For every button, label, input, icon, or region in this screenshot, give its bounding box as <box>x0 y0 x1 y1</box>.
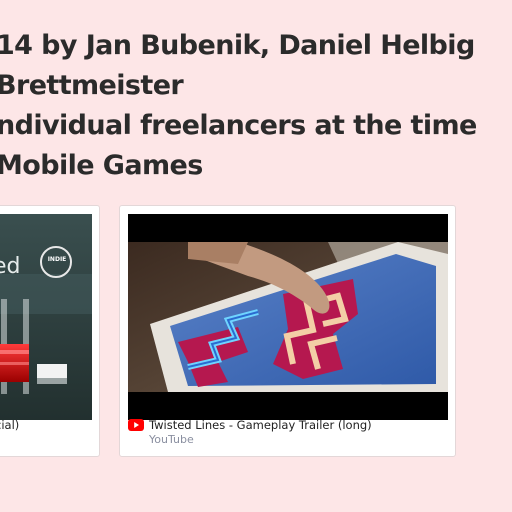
video-title-right[interactable]: Twisted Lines - Gameplay Trailer (long) <box>149 418 372 432</box>
video-title-left[interactable]: cial) <box>0 418 19 432</box>
youtube-icon <box>128 419 144 431</box>
headline-line-3: ndividual freelancers at the time <box>0 110 477 141</box>
video-card-right[interactable]: Twisted Lines - Gameplay Trailer (long) … <box>119 205 456 457</box>
video-source[interactable]: YouTube <box>149 433 194 446</box>
video-thumbnail-right[interactable] <box>128 214 448 420</box>
indie-badge: INDIE <box>47 256 67 263</box>
video-thumbnail-left[interactable]: ed INDIE <box>0 214 92 420</box>
headline-line-1: 14 by Jan Bubenik, Daniel Helbig <box>0 30 475 61</box>
headline-line-2: Brettmeister <box>0 70 184 101</box>
video-card-left[interactable]: ed INDIE cial) <box>0 205 100 457</box>
headline-line-4: Mobile Games <box>0 150 203 181</box>
gameplay-tablet-image <box>128 214 448 420</box>
thumbnail-artwork-left <box>0 214 92 420</box>
headline: 14 by Jan Bubenik, Daniel Helbig Brettme… <box>0 26 477 186</box>
thumbnail-title-text: ed <box>0 254 21 279</box>
page: 14 by Jan Bubenik, Daniel Helbig Brettme… <box>0 0 512 512</box>
